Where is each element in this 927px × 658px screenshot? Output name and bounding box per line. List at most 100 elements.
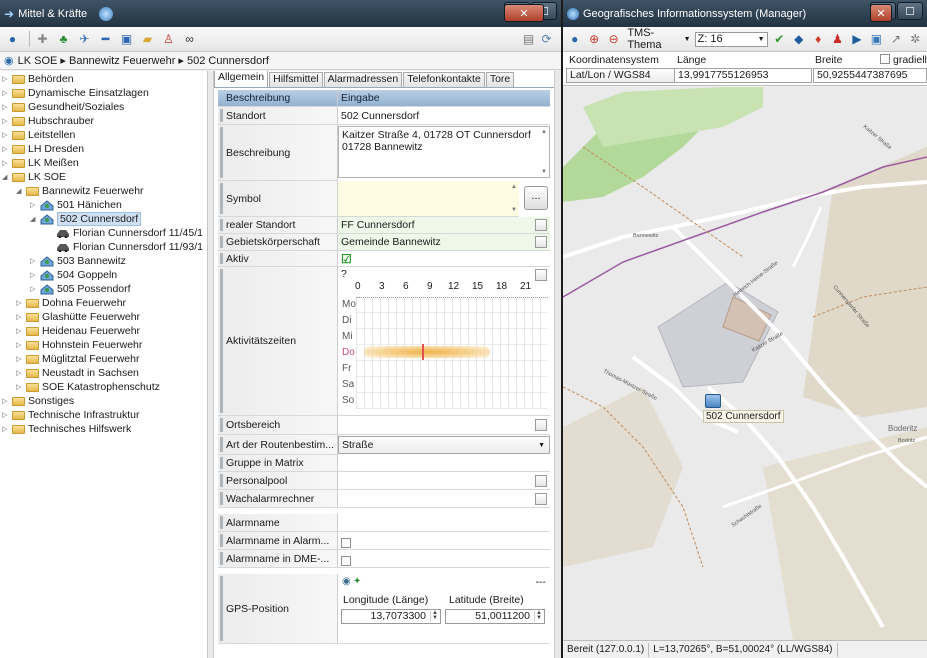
map-marker-label[interactable]: 502 Cunnersdorf [703, 410, 784, 423]
globe-icon[interactable]: ● [4, 31, 21, 48]
tree-node[interactable]: ▷ Dynamische Einsatzlagen [2, 86, 149, 100]
tree-node[interactable]: ▷ 501 Hänichen [30, 198, 122, 212]
photo-icon[interactable]: ▣ [869, 31, 884, 48]
alarm-in-dme-checkbox[interactable] [341, 555, 351, 566]
settings-icon[interactable]: ✲ [908, 31, 923, 48]
tree-node[interactable]: ▷ Dohna Feuerwehr [16, 296, 126, 310]
pin-icon[interactable]: ♦ [810, 31, 825, 48]
tree-node[interactable]: ▷ Heidenau Feuerwehr [16, 324, 140, 338]
tree-node[interactable]: ▷ LH Dresden [2, 142, 84, 156]
tree-node[interactable]: ▷ Neustadt in Sachsen [16, 366, 139, 380]
close-button[interactable]: ✕ [504, 4, 544, 22]
document-icon[interactable]: ▤ [520, 31, 537, 48]
tab-allgemein[interactable]: Allgemein [214, 71, 269, 87]
wache-field[interactable] [338, 490, 550, 508]
map-canvas[interactable]: Bannewitz Heinrich-Heine-Straße Kaitzer … [563, 87, 927, 640]
beschreibung-field[interactable]: Kaitzer Straße 4, 01728 OT Cunnersdorf 0… [338, 126, 550, 178]
gps-map-icon[interactable]: ✦ [353, 576, 361, 587]
right-title-bar[interactable]: Geografisches Informationssystem (Manage… [563, 0, 927, 27]
ortsbereich-field[interactable] [338, 416, 550, 435]
gradient-check-box[interactable] [880, 54, 890, 64]
schedule-button[interactable] [535, 269, 547, 281]
tree-node[interactable]: ▷ SOE Katastrophenschutz [16, 380, 160, 394]
activity-schedule[interactable]: ? 0 3 6 9 12 15 18 21 Mo Di Mi Do Fr Sa … [338, 267, 550, 416]
tab-hilfsmittel[interactable]: Hilfsmittel [269, 72, 323, 87]
maximize-button[interactable]: ☐ [897, 2, 923, 20]
route-icon[interactable]: ↗ [888, 31, 903, 48]
alarmname-field[interactable] [338, 514, 550, 532]
personal-field[interactable] [338, 472, 550, 490]
spinner-icon[interactable]: ▲ ▼ [430, 610, 439, 622]
gps-longitude-input[interactable]: 13,7073300 ▲ ▼ [341, 609, 441, 624]
coord-system-select[interactable]: Lat/Lon / WGS84▼ [566, 68, 690, 83]
person-icon[interactable]: ♙ [160, 31, 177, 48]
standort-field[interactable]: 502 Cunnersdorf [338, 107, 550, 125]
tree-node[interactable]: ▷ Technische Infrastruktur [2, 408, 139, 422]
tree-node[interactable]: ▷ Glashütte Feuerwehr [16, 310, 140, 324]
tree-node[interactable]: ▷ Hubschrauber [2, 114, 94, 128]
ortsbereich-button[interactable] [535, 419, 547, 431]
tree-node[interactable]: ▷ 504 Goppeln [30, 268, 117, 282]
globe-icon[interactable]: ● [567, 31, 582, 48]
folder-open-icon[interactable]: ▰ [139, 31, 156, 48]
tree-node[interactable]: ▷ Hohnstein Feuerwehr [16, 338, 142, 352]
tree-node[interactable]: ▷ Technisches Hilfswerk [2, 422, 131, 436]
realer-standort-field[interactable]: FF Cunnersdorf [338, 217, 550, 234]
tree-node[interactable]: ▷ Leitstellen [2, 128, 75, 142]
breadcrumb-text[interactable]: LK SOE ▸ Bannewitz Feuerwehr ▸ 502 Cunne… [18, 54, 269, 67]
gps-locate-icon[interactable]: ◉ [342, 576, 351, 587]
refresh-icon[interactable]: ⟳ [538, 31, 555, 48]
tree-node-expanded[interactable]: ◢ Bannewitz Feuerwehr [16, 184, 144, 198]
map-marker-icon[interactable] [705, 394, 721, 408]
vehicle-icon[interactable]: ▶ [849, 31, 864, 48]
scroll-down-icon[interactable]: ▼ [541, 169, 547, 175]
vehicle-icon[interactable]: ♣ [55, 31, 72, 48]
laenge-field[interactable]: 13,9917755126953 [674, 68, 812, 83]
vehicle-add-icon[interactable]: ✈ [76, 31, 93, 48]
wache-button[interactable] [535, 492, 547, 505]
save-icon[interactable]: ▣ [118, 31, 135, 48]
unit-add-icon[interactable]: ✚ [34, 31, 51, 48]
tree-node[interactable]: ▷ LK Meißen [2, 156, 79, 170]
minus-icon[interactable]: ━ [97, 31, 114, 48]
left-title-bar[interactable]: ➜ Mittel & Kräfte ▁ ☐ ✕ [0, 0, 561, 27]
tree-node[interactable]: ▷ Müglitztal Feuerwehr [16, 352, 139, 366]
theme-select[interactable]: TMS-Thema [627, 27, 683, 51]
layer-icon[interactable]: ◆ [791, 31, 806, 48]
zoom-out-icon[interactable]: ⊖ [606, 31, 621, 48]
zoom-select[interactable]: Z: 16 ▼ [694, 31, 768, 47]
chevron-down-icon[interactable]: ▼ [684, 36, 691, 43]
realer-standort-button[interactable] [535, 219, 547, 231]
scroll-up-icon[interactable]: ▲ [511, 184, 517, 190]
gradient-checkbox[interactable]: gradiell [880, 54, 927, 66]
spinner-icon[interactable]: ▲ ▼ [534, 610, 543, 622]
tree-node[interactable]: ▷ Gesundheit/Soziales [2, 100, 124, 114]
tree-node[interactable]: Florian Cunnersdorf 11/93/1 [56, 240, 203, 254]
tree-node[interactable]: ▷ 503 Bannewitz [30, 254, 126, 268]
route-select[interactable]: Straße ▼ [338, 436, 550, 454]
tab-alarmadressen[interactable]: Alarmadressen [323, 72, 403, 87]
zoom-in-icon[interactable]: ⊕ [586, 31, 601, 48]
check-icon[interactable]: ✔ [772, 31, 787, 48]
alarm-in-alarm-checkbox[interactable] [341, 537, 351, 548]
breite-field[interactable]: 50,9255447387695 [813, 68, 927, 83]
tree-node[interactable]: ▷ Behörden [2, 72, 74, 86]
gruppe-field[interactable] [338, 455, 550, 472]
tab-tore[interactable]: Tore [485, 72, 515, 87]
symbol-browse-button[interactable]: ... [524, 186, 548, 210]
window-splitter[interactable] [554, 71, 561, 658]
person-red-icon[interactable]: ♟ [830, 31, 845, 48]
tree-node[interactable]: ▷ Sonstiges [2, 394, 74, 408]
close-button[interactable]: ✕ [870, 4, 892, 22]
scroll-up-icon[interactable]: ▲ [541, 129, 547, 135]
tree-node-selected[interactable]: ◢ 502 Cunnersdorf [30, 212, 142, 226]
scroll-down-icon[interactable]: ▼ [511, 207, 517, 213]
aktiv-checkbox[interactable]: ☑ [338, 251, 550, 267]
symbol-field[interactable]: ▲ ▼ [338, 181, 519, 217]
tree-node[interactable]: Florian Cunnersdorf 11/45/1 [56, 226, 203, 240]
tree-node[interactable]: ▷ 505 Possendorf [30, 282, 131, 296]
gebiet-button[interactable] [535, 236, 547, 248]
tree-node-expanded[interactable]: ◢ LK SOE [2, 170, 66, 184]
personal-button[interactable] [535, 474, 547, 487]
gebiet-field[interactable]: Gemeinde Bannewitz [338, 234, 550, 251]
